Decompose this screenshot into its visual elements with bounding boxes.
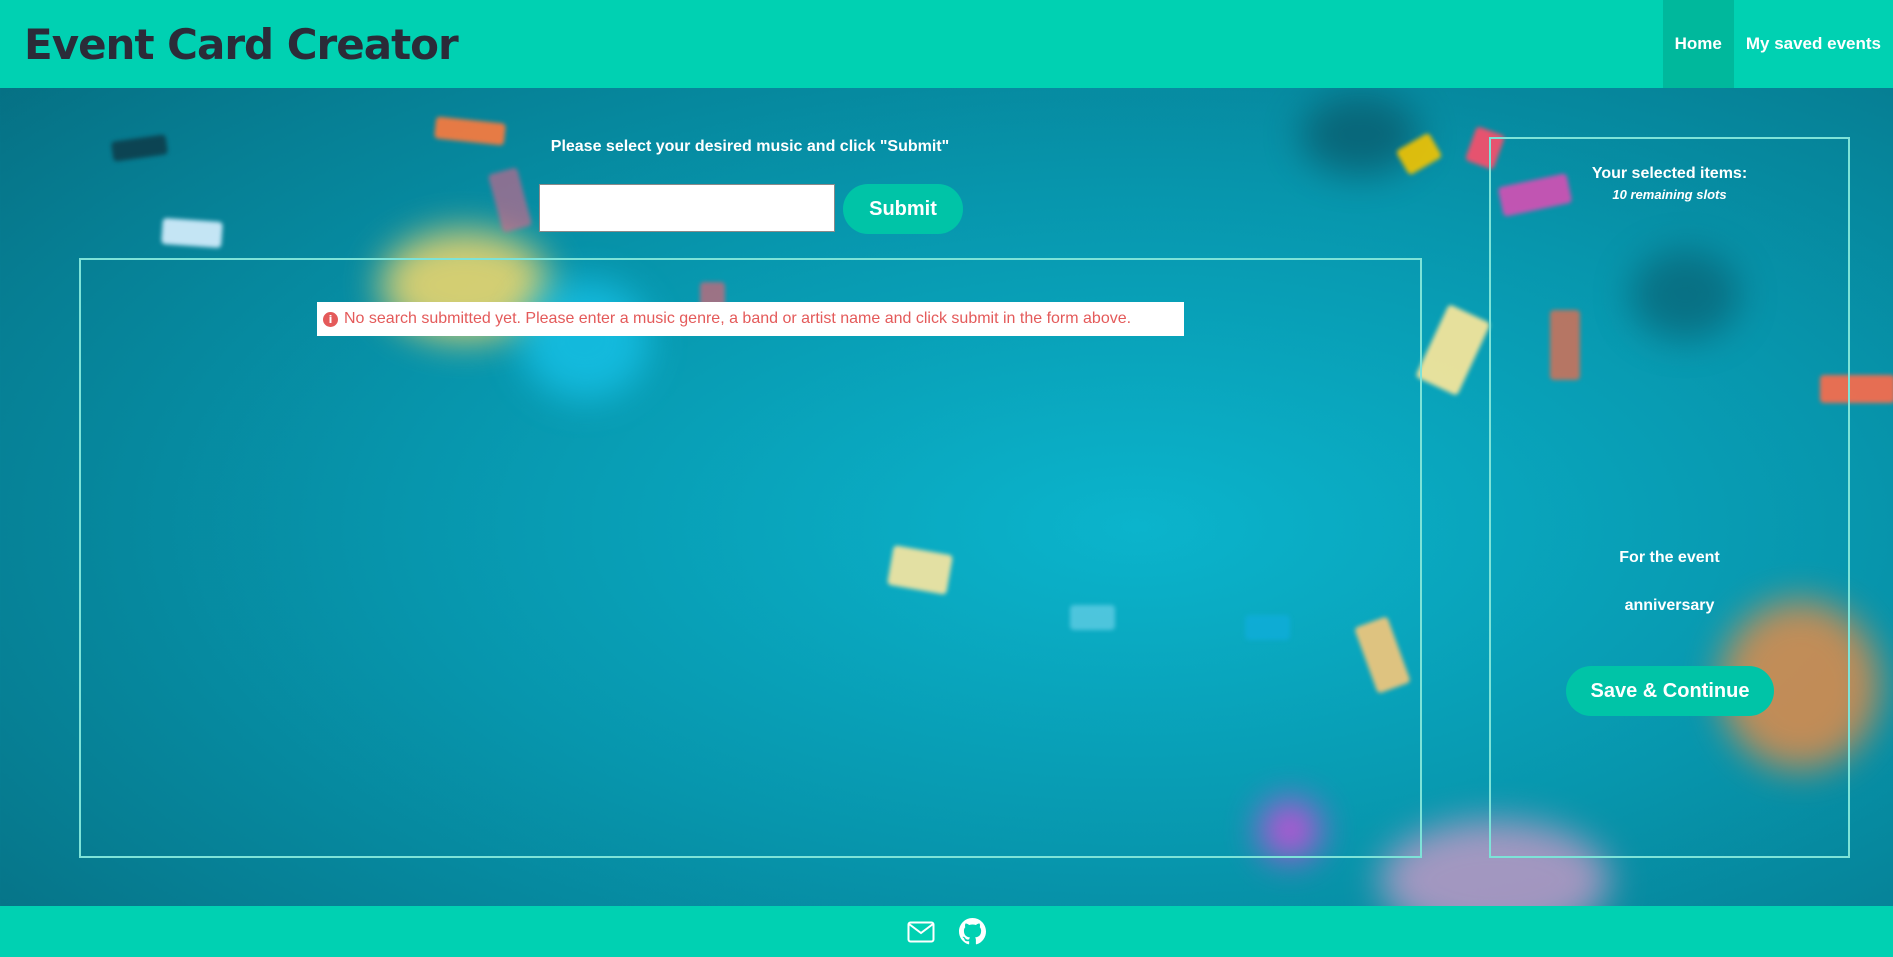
footer (0, 906, 1893, 957)
main-nav: Home My saved events (1662, 0, 1893, 88)
selected-items-panel: Your selected items: 10 remaining slots … (1489, 137, 1850, 858)
github-icon[interactable] (959, 918, 986, 945)
brand-logo[interactable]: Event Card Creator (24, 20, 459, 69)
search-prompt: Please select your desired music and cli… (550, 138, 950, 155)
event-name: anniversary (1624, 597, 1715, 614)
submit-button[interactable]: Submit (843, 184, 963, 234)
results-panel (79, 258, 1422, 858)
nav-saved-events[interactable]: My saved events (1734, 0, 1893, 88)
save-continue-button[interactable]: Save & Continue (1566, 666, 1774, 716)
selected-items-title: Your selected items: (1591, 165, 1748, 182)
nav-home[interactable]: Home (1662, 0, 1734, 88)
info-icon: i (323, 311, 338, 327)
remaining-slots: 10 remaining slots (1612, 187, 1727, 202)
mail-icon[interactable] (907, 921, 935, 943)
music-search-input[interactable] (539, 184, 835, 232)
notice-text: No search submitted yet. Please enter a … (344, 310, 1132, 327)
event-label: For the event (1619, 549, 1720, 566)
no-search-notice: i No search submitted yet. Please enter … (317, 302, 1184, 336)
top-navbar: Event Card Creator Home My saved events (0, 0, 1893, 88)
